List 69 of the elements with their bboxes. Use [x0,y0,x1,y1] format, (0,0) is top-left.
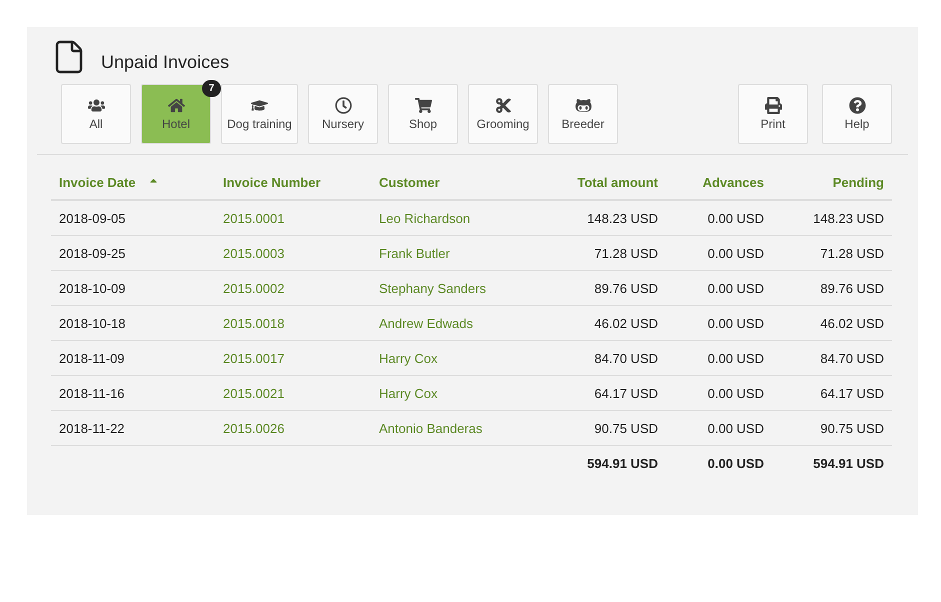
filter-button[interactable]: Shop [388,84,458,144]
customer-link[interactable]: Frank Butler [371,236,521,270]
table-cell: 71.28 USD [772,236,892,270]
table-cell: 89.76 USD [772,270,892,306]
invoice-link[interactable]: 2015.0026 [215,410,371,446]
column-header[interactable]: Pending [772,165,892,200]
filter-button[interactable]: Dog training [221,84,298,144]
table-cell: 2018-11-09 [51,340,215,376]
invoice-link[interactable]: 2015.0021 [215,376,371,410]
table-cell: 90.75 USD [772,410,892,446]
table-cell: 2018-11-22 [51,410,215,446]
column-header[interactable]: Invoice Date [51,165,215,200]
table-cell: 71.28 USD [521,236,666,270]
toolbar-button[interactable]: Help [822,84,892,144]
table-cell: 0.00 USD [666,376,772,410]
printer-icon [764,97,782,114]
customer-link[interactable]: Antonio Banderas [371,410,521,446]
column-header[interactable]: Total amount [521,165,666,200]
table-cell: 2018-09-25 [51,236,215,270]
table-cell: 2018-10-09 [51,270,215,306]
help-icon [848,97,866,114]
total-cell: 594.91 USD [772,446,892,480]
filter-button[interactable]: Grooming [468,84,538,144]
invoice-link[interactable]: 2015.0003 [215,236,371,270]
invoice-link[interactable]: 2015.0018 [215,306,371,340]
table-cell: 46.02 USD [772,306,892,340]
table-cell: 2018-11-16 [51,376,215,410]
table-cell: 90.75 USD [521,410,666,446]
table-cell: 46.02 USD [521,306,666,340]
table-cell: 89.76 USD [521,270,666,306]
customer-link[interactable]: Harry Cox [371,340,521,376]
house-icon [168,97,184,114]
column-header[interactable]: Invoice Number [215,165,371,200]
scissors-icon [494,97,512,114]
table-cell: 2018-09-05 [51,200,215,236]
users-icon [88,97,104,114]
count-badge: 7 [202,80,221,97]
table-cell: 2018-10-18 [51,306,215,340]
table-cell: 0.00 USD [666,410,772,446]
customer-link[interactable]: Andrew Edwads [371,306,521,340]
customer-link[interactable]: Harry Cox [371,376,521,410]
table-cell: 0.00 USD [666,200,772,236]
table-cell: 64.17 USD [772,376,892,410]
table-cell: 148.23 USD [772,200,892,236]
invoice-link[interactable]: 2015.0017 [215,340,371,376]
filter-button[interactable]: Breeder [548,84,618,144]
invoice-link[interactable]: 2015.0001 [215,200,371,236]
column-header[interactable]: Customer [371,165,521,200]
table-cell: 84.70 USD [521,340,666,376]
column-header[interactable]: Advances [666,165,772,200]
table-cell: 64.17 USD [521,376,666,410]
table-cell: 148.23 USD [521,200,666,236]
total-cell: 594.91 USD [521,446,666,480]
customer-link[interactable]: Leo Richardson [371,200,521,236]
total-cell: 0.00 USD [666,446,772,480]
filter-button[interactable]: All [61,84,131,144]
toolbar-button[interactable]: Print [738,84,808,144]
table-cell: 0.00 USD [666,306,772,340]
page-title: Unpaid Invoices [101,52,230,73]
table-cell: 0.00 USD [666,236,772,270]
cart-icon [414,97,432,114]
invoice-link[interactable]: 2015.0002 [215,270,371,306]
clock-icon [334,97,352,114]
filter-button[interactable]: Nursery [308,84,378,144]
cat-face-icon [574,97,592,114]
table-cell: 0.00 USD [666,340,772,376]
table-cell: 0.00 USD [666,270,772,306]
customer-link[interactable]: Stephany Sanders [371,270,521,306]
table-cell: 84.70 USD [772,340,892,376]
